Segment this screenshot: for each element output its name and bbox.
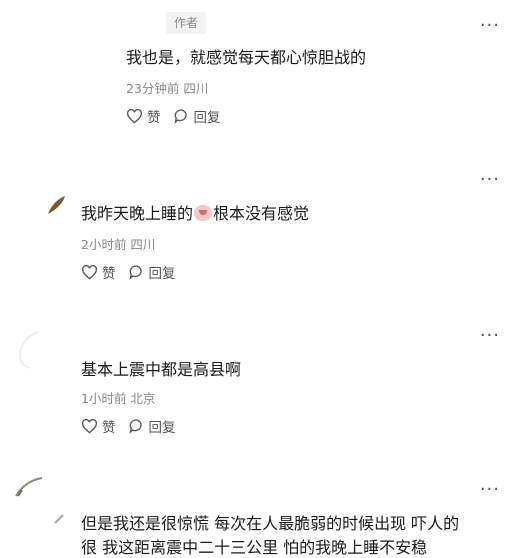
chat-bubble-icon (129, 419, 142, 434)
comment-text: 我昨天晚上睡的 根本没有感觉 (81, 200, 309, 224)
comment-actions: 赞 回复 (81, 262, 188, 282)
reply-button[interactable]: 回复 (128, 262, 176, 282)
comment-meta: 2小时前 四川 (81, 237, 156, 252)
like-label: 赞 (147, 110, 161, 126)
crying-emoji-icon (194, 205, 213, 221)
chat-bubble-icon (129, 265, 142, 280)
avatar[interactable] (14, 476, 44, 500)
avatar[interactable] (45, 194, 67, 216)
like-button[interactable]: 赞 (81, 416, 116, 436)
chat-bubble-icon (174, 109, 187, 124)
heart-icon (126, 108, 143, 124)
heart-icon (81, 264, 98, 280)
heart-icon (81, 418, 98, 434)
comment-3: ··· 基本上震中都是高县啊 1小时前 北京 赞 回复 (0, 320, 525, 470)
decorative-icon (54, 514, 64, 524)
comment-meta: 1小时前 北京 (81, 391, 156, 406)
author-badge: 作者 (166, 12, 206, 34)
comment-text-line-1: 但是我还是很惊慌 每次在人最脆弱的时候出现 吓人的 (81, 514, 460, 533)
comment-1: 作者 ··· 我也是，就感觉每天都心惊胆战的 23分钟前 四川 赞 回复 (0, 0, 525, 140)
more-options-icon[interactable]: ··· (480, 171, 500, 189)
comment-2: ··· 我昨天晚上睡的 根本没有感觉 2小时前 四川 赞 回复 (0, 160, 525, 310)
more-options-icon[interactable]: ··· (480, 481, 500, 499)
reply-label: 回复 (193, 110, 221, 126)
more-options-icon[interactable]: ··· (480, 327, 500, 345)
comment-meta: 23分钟前 四川 (126, 81, 209, 96)
comment-text: 我也是，就感觉每天都心惊胆战的 (126, 48, 367, 67)
reply-button[interactable]: 回复 (173, 106, 221, 126)
comment-text-part: 我昨天晚上睡的 (81, 204, 194, 223)
reply-label: 回复 (148, 266, 176, 282)
reply-button[interactable]: 回复 (128, 416, 176, 436)
like-label: 赞 (102, 266, 116, 282)
like-label: 赞 (102, 420, 116, 436)
avatar[interactable] (16, 330, 42, 370)
more-options-icon[interactable]: ··· (480, 17, 500, 35)
comment-actions: 赞 回复 (126, 106, 233, 126)
like-button[interactable]: 赞 (81, 262, 116, 282)
like-button[interactable]: 赞 (126, 106, 161, 126)
comment-text-line-2: 很 我这距离震中二十三公里 怕的我晚上睡不安稳 (81, 538, 428, 557)
comment-actions: 赞 回复 (81, 416, 188, 436)
comment-text-part: 根本没有感觉 (213, 204, 310, 223)
comment-4: ··· 但是我还是很惊慌 每次在人最脆弱的时候出现 吓人的 很 我这距离震中二十… (0, 474, 525, 557)
reply-label: 回复 (148, 420, 176, 436)
comment-text: 基本上震中都是高县啊 (81, 360, 242, 379)
